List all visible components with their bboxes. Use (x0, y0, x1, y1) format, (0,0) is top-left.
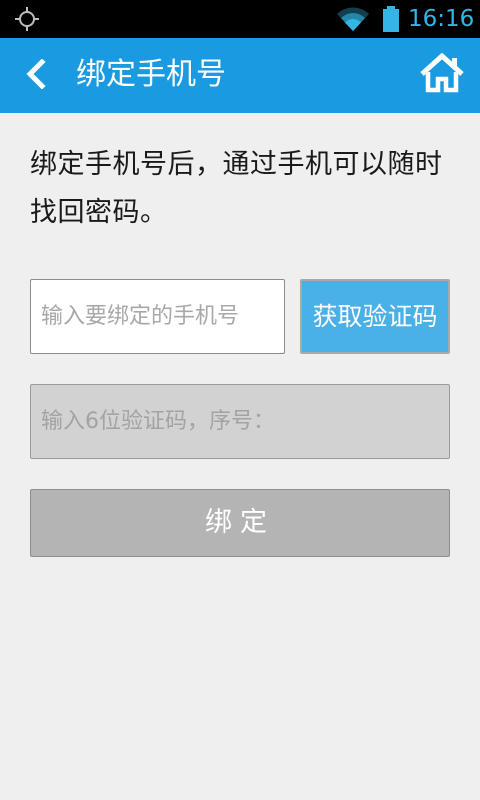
chevron-left-icon (24, 58, 48, 93)
page-title: 绑定手机号 (76, 57, 226, 92)
status-bar: 16:16 (0, 0, 480, 38)
phone-number-input[interactable] (30, 279, 285, 354)
bind-description: 绑定手机号后，通过手机可以随时找回密码。 (30, 149, 443, 228)
gps-icon (14, 6, 40, 32)
app-header: 绑定手机号 (0, 38, 480, 113)
get-code-button[interactable]: 获取验证码 (300, 279, 450, 354)
verification-code-input[interactable] (30, 384, 450, 459)
wifi-icon (336, 5, 370, 33)
status-time: 16:16 (408, 6, 475, 32)
home-icon (419, 52, 465, 97)
battery-icon (382, 5, 400, 33)
home-button[interactable] (416, 52, 468, 98)
back-button[interactable] (14, 56, 58, 96)
bind-button[interactable]: 绑定 (30, 489, 450, 557)
